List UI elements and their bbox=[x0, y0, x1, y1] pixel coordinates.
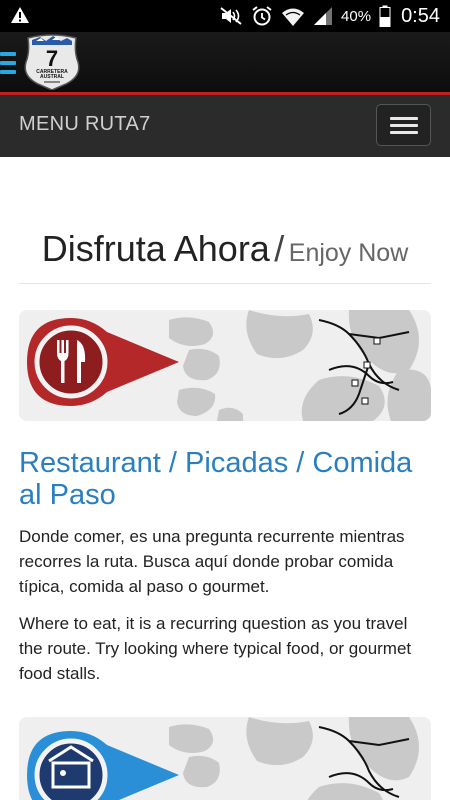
menu-toggle-button[interactable] bbox=[376, 104, 431, 146]
logo-number: 7 bbox=[46, 46, 58, 71]
lodging-banner[interactable] bbox=[19, 717, 431, 800]
section-title: Disfruta Ahora / Enjoy Now bbox=[19, 228, 431, 284]
card-text-english: Where to eat, it is a recurring question… bbox=[19, 614, 412, 683]
logo-line2: AUSTRAL bbox=[40, 74, 64, 80]
status-bar: 40% 0:54 bbox=[0, 0, 450, 32]
region-map-image-2 bbox=[19, 717, 431, 800]
card-text-spanish: Donde comer, es una pregunta recurrente … bbox=[19, 527, 405, 596]
warning-icon bbox=[11, 7, 29, 23]
card-heading-restaurant[interactable]: Restaurant / Picadas / Comida al Paso bbox=[19, 447, 439, 511]
restaurant-banner[interactable] bbox=[19, 310, 431, 421]
battery-icon bbox=[379, 5, 391, 27]
battery-percent: 40% bbox=[341, 7, 372, 25]
alarm-icon bbox=[252, 6, 272, 26]
menu-bar: MENU RUTA7 bbox=[0, 95, 450, 157]
clock: 0:54 bbox=[401, 4, 440, 27]
wifi-icon bbox=[282, 8, 305, 26]
cell-signal-icon bbox=[314, 7, 333, 25]
section-title-separator: / bbox=[274, 228, 285, 269]
mute-icon bbox=[220, 7, 242, 25]
app-header: 7 CARRETERA AUSTRAL bbox=[0, 32, 450, 92]
menu-title[interactable]: MENU RUTA7 bbox=[19, 113, 151, 136]
carretera-austral-logo[interactable]: 7 CARRETERA AUSTRAL bbox=[22, 34, 82, 90]
side-menu-icon[interactable] bbox=[0, 52, 16, 76]
hamburger-icon bbox=[390, 117, 418, 120]
region-map-image bbox=[19, 310, 431, 421]
section-title-main: Disfruta Ahora bbox=[41, 228, 270, 269]
section-title-sub: Enjoy Now bbox=[288, 239, 409, 267]
